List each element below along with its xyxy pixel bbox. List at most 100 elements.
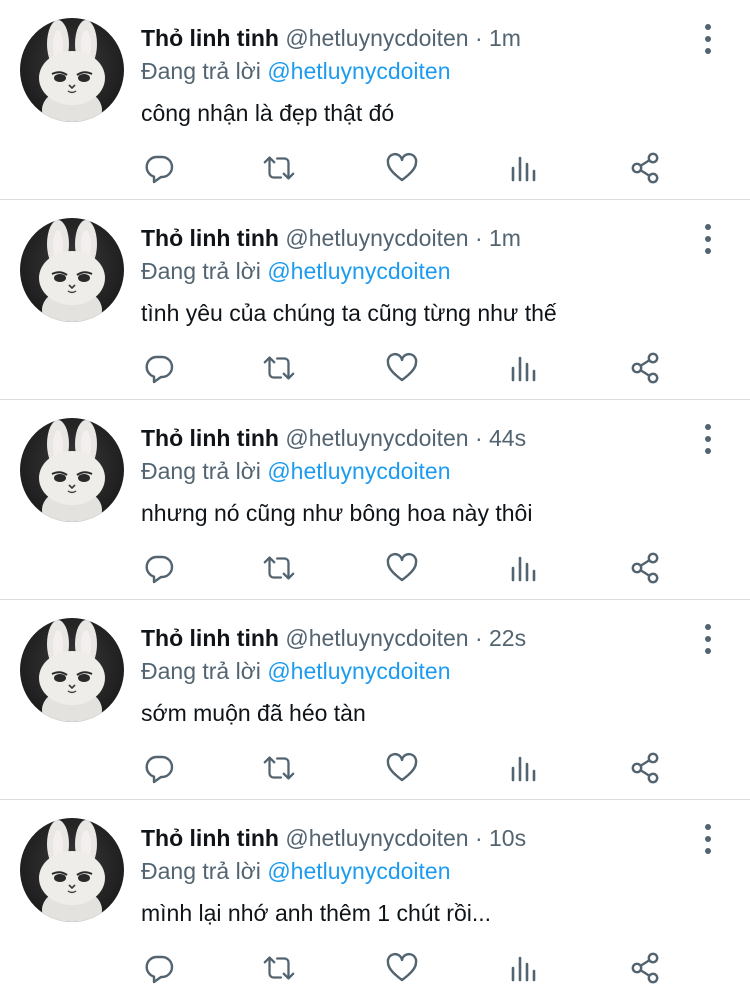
- like-icon: [386, 552, 418, 582]
- tweet[interactable]: Thỏ linh tinh @hetluynycdoiten · 44s Đan…: [0, 400, 750, 600]
- display-name[interactable]: Thỏ linh tinh: [141, 825, 279, 851]
- reply-button[interactable]: [141, 950, 177, 986]
- views-icon: [511, 956, 536, 982]
- like-button[interactable]: [384, 350, 420, 386]
- like-button[interactable]: [384, 150, 420, 186]
- more-icon[interactable]: [696, 224, 720, 254]
- retweet-button[interactable]: [261, 750, 297, 786]
- replying-to-line: Đang trả lời @hetluynycdoiten: [141, 655, 451, 687]
- views-icon: [511, 556, 536, 582]
- timestamp[interactable]: 44s: [489, 425, 526, 451]
- replying-to-line: Đang trả lời @hetluynycdoiten: [141, 55, 451, 87]
- user-handle[interactable]: @hetluynycdoiten: [285, 825, 468, 851]
- views-icon: [511, 756, 536, 782]
- more-icon[interactable]: [696, 624, 720, 654]
- tweet-text: mình lại nhớ anh thêm 1 chút rồi...: [141, 900, 492, 926]
- retweet-icon: [263, 156, 295, 180]
- reply-button[interactable]: [141, 350, 177, 386]
- avatar[interactable]: [20, 618, 124, 722]
- reply-button[interactable]: [141, 150, 177, 186]
- avatar[interactable]: [20, 218, 124, 322]
- more-icon[interactable]: [696, 824, 720, 854]
- like-icon: [386, 752, 418, 782]
- like-button[interactable]: [384, 550, 420, 586]
- separator-dot: ·: [474, 625, 483, 651]
- separator-dot: ·: [474, 425, 483, 451]
- retweet-button[interactable]: [261, 950, 297, 986]
- tweet[interactable]: Thỏ linh tinh @hetluynycdoiten · 1m Đang…: [0, 200, 750, 400]
- views-icon: [511, 356, 536, 382]
- reply-button[interactable]: [141, 750, 177, 786]
- retweet-button[interactable]: [261, 350, 297, 386]
- retweet-button[interactable]: [261, 150, 297, 186]
- display-name[interactable]: Thỏ linh tinh: [141, 425, 279, 451]
- views-button[interactable]: [505, 950, 541, 986]
- share-button[interactable]: [627, 950, 663, 986]
- replying-to-label: Đang trả lời: [141, 258, 261, 284]
- tweet-header: Thỏ linh tinh @hetluynycdoiten · 22s: [141, 622, 690, 654]
- user-handle[interactable]: @hetluynycdoiten: [285, 625, 468, 651]
- timestamp[interactable]: 22s: [489, 625, 526, 651]
- timestamp[interactable]: 1m: [489, 225, 521, 251]
- share-button[interactable]: [627, 150, 663, 186]
- reply-icon: [145, 355, 174, 384]
- avatar[interactable]: [20, 18, 124, 122]
- like-icon: [386, 952, 418, 982]
- reply-icon: [145, 555, 174, 584]
- more-icon[interactable]: [696, 424, 720, 454]
- tweet-actions: [141, 350, 661, 386]
- replying-to-label: Đang trả lời: [141, 658, 261, 684]
- bunny-plush-image: [39, 620, 105, 722]
- separator-dot: ·: [474, 825, 483, 851]
- tweet-text: nhưng nó cũng như bông hoa này thôi: [141, 500, 533, 526]
- user-handle[interactable]: @hetluynycdoiten: [285, 25, 468, 51]
- display-name[interactable]: Thỏ linh tinh: [141, 225, 279, 251]
- replying-to-handle[interactable]: @hetluynycdoiten: [267, 658, 450, 684]
- replying-to-handle[interactable]: @hetluynycdoiten: [267, 458, 450, 484]
- tweet-text: tình yêu của chúng ta cũng từng như thế: [141, 300, 557, 326]
- bunny-plush-image: [39, 220, 105, 322]
- replying-to-label: Đang trả lời: [141, 58, 261, 84]
- avatar[interactable]: [20, 818, 124, 922]
- bunny-plush-image: [39, 820, 105, 922]
- tweet[interactable]: Thỏ linh tinh @hetluynycdoiten · 22s Đan…: [0, 600, 750, 800]
- bunny-plush-image: [39, 420, 105, 522]
- bunny-plush-image: [39, 20, 105, 122]
- views-button[interactable]: [505, 350, 541, 386]
- tweet-actions: [141, 950, 661, 986]
- tweet-header: Thỏ linh tinh @hetluynycdoiten · 1m: [141, 22, 690, 54]
- display-name[interactable]: Thỏ linh tinh: [141, 625, 279, 651]
- retweet-icon: [263, 356, 295, 380]
- tweet-actions: [141, 750, 661, 786]
- share-icon: [631, 752, 659, 784]
- user-handle[interactable]: @hetluynycdoiten: [285, 225, 468, 251]
- timestamp[interactable]: 1m: [489, 25, 521, 51]
- share-button[interactable]: [627, 550, 663, 586]
- tweet[interactable]: Thỏ linh tinh @hetluynycdoiten · 10s Đan…: [0, 800, 750, 996]
- like-button[interactable]: [384, 950, 420, 986]
- like-button[interactable]: [384, 750, 420, 786]
- views-button[interactable]: [505, 550, 541, 586]
- replying-to-handle[interactable]: @hetluynycdoiten: [267, 858, 450, 884]
- tweet-header: Thỏ linh tinh @hetluynycdoiten · 44s: [141, 422, 690, 454]
- share-button[interactable]: [627, 350, 663, 386]
- timestamp[interactable]: 10s: [489, 825, 526, 851]
- tweet[interactable]: Thỏ linh tinh @hetluynycdoiten · 1m Đang…: [0, 0, 750, 200]
- replying-to-handle[interactable]: @hetluynycdoiten: [267, 58, 450, 84]
- reply-icon: [145, 955, 174, 984]
- views-button[interactable]: [505, 750, 541, 786]
- reply-icon: [145, 155, 174, 184]
- more-icon[interactable]: [696, 24, 720, 54]
- separator-dot: ·: [474, 225, 483, 251]
- display-name[interactable]: Thỏ linh tinh: [141, 25, 279, 51]
- share-button[interactable]: [627, 750, 663, 786]
- reply-button[interactable]: [141, 550, 177, 586]
- views-button[interactable]: [505, 150, 541, 186]
- replying-to-handle[interactable]: @hetluynycdoiten: [267, 258, 450, 284]
- replying-to-line: Đang trả lời @hetluynycdoiten: [141, 455, 451, 487]
- avatar[interactable]: [20, 418, 124, 522]
- tweet-text: sớm muộn đã héo tàn: [141, 700, 366, 726]
- user-handle[interactable]: @hetluynycdoiten: [285, 425, 468, 451]
- retweet-button[interactable]: [261, 550, 297, 586]
- replying-to-line: Đang trả lời @hetluynycdoiten: [141, 855, 451, 887]
